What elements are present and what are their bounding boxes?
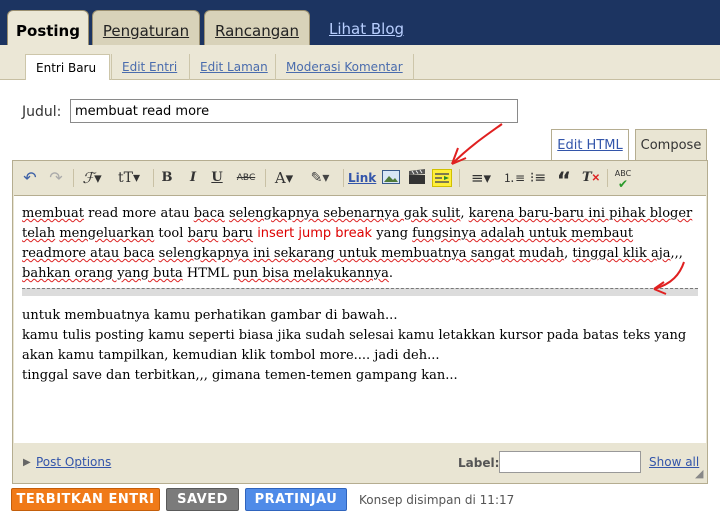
- saved-button[interactable]: SAVED: [166, 488, 239, 511]
- draft-saved-status: Konsep disimpan di 11:17: [359, 493, 515, 507]
- annotation-arrow-to-jump-break-button: [451, 123, 503, 165]
- annotation-arrows: [451, 123, 685, 295]
- publish-button[interactable]: TERBITKAN ENTRI: [11, 488, 160, 511]
- preview-button[interactable]: PRATINJAU: [245, 488, 347, 511]
